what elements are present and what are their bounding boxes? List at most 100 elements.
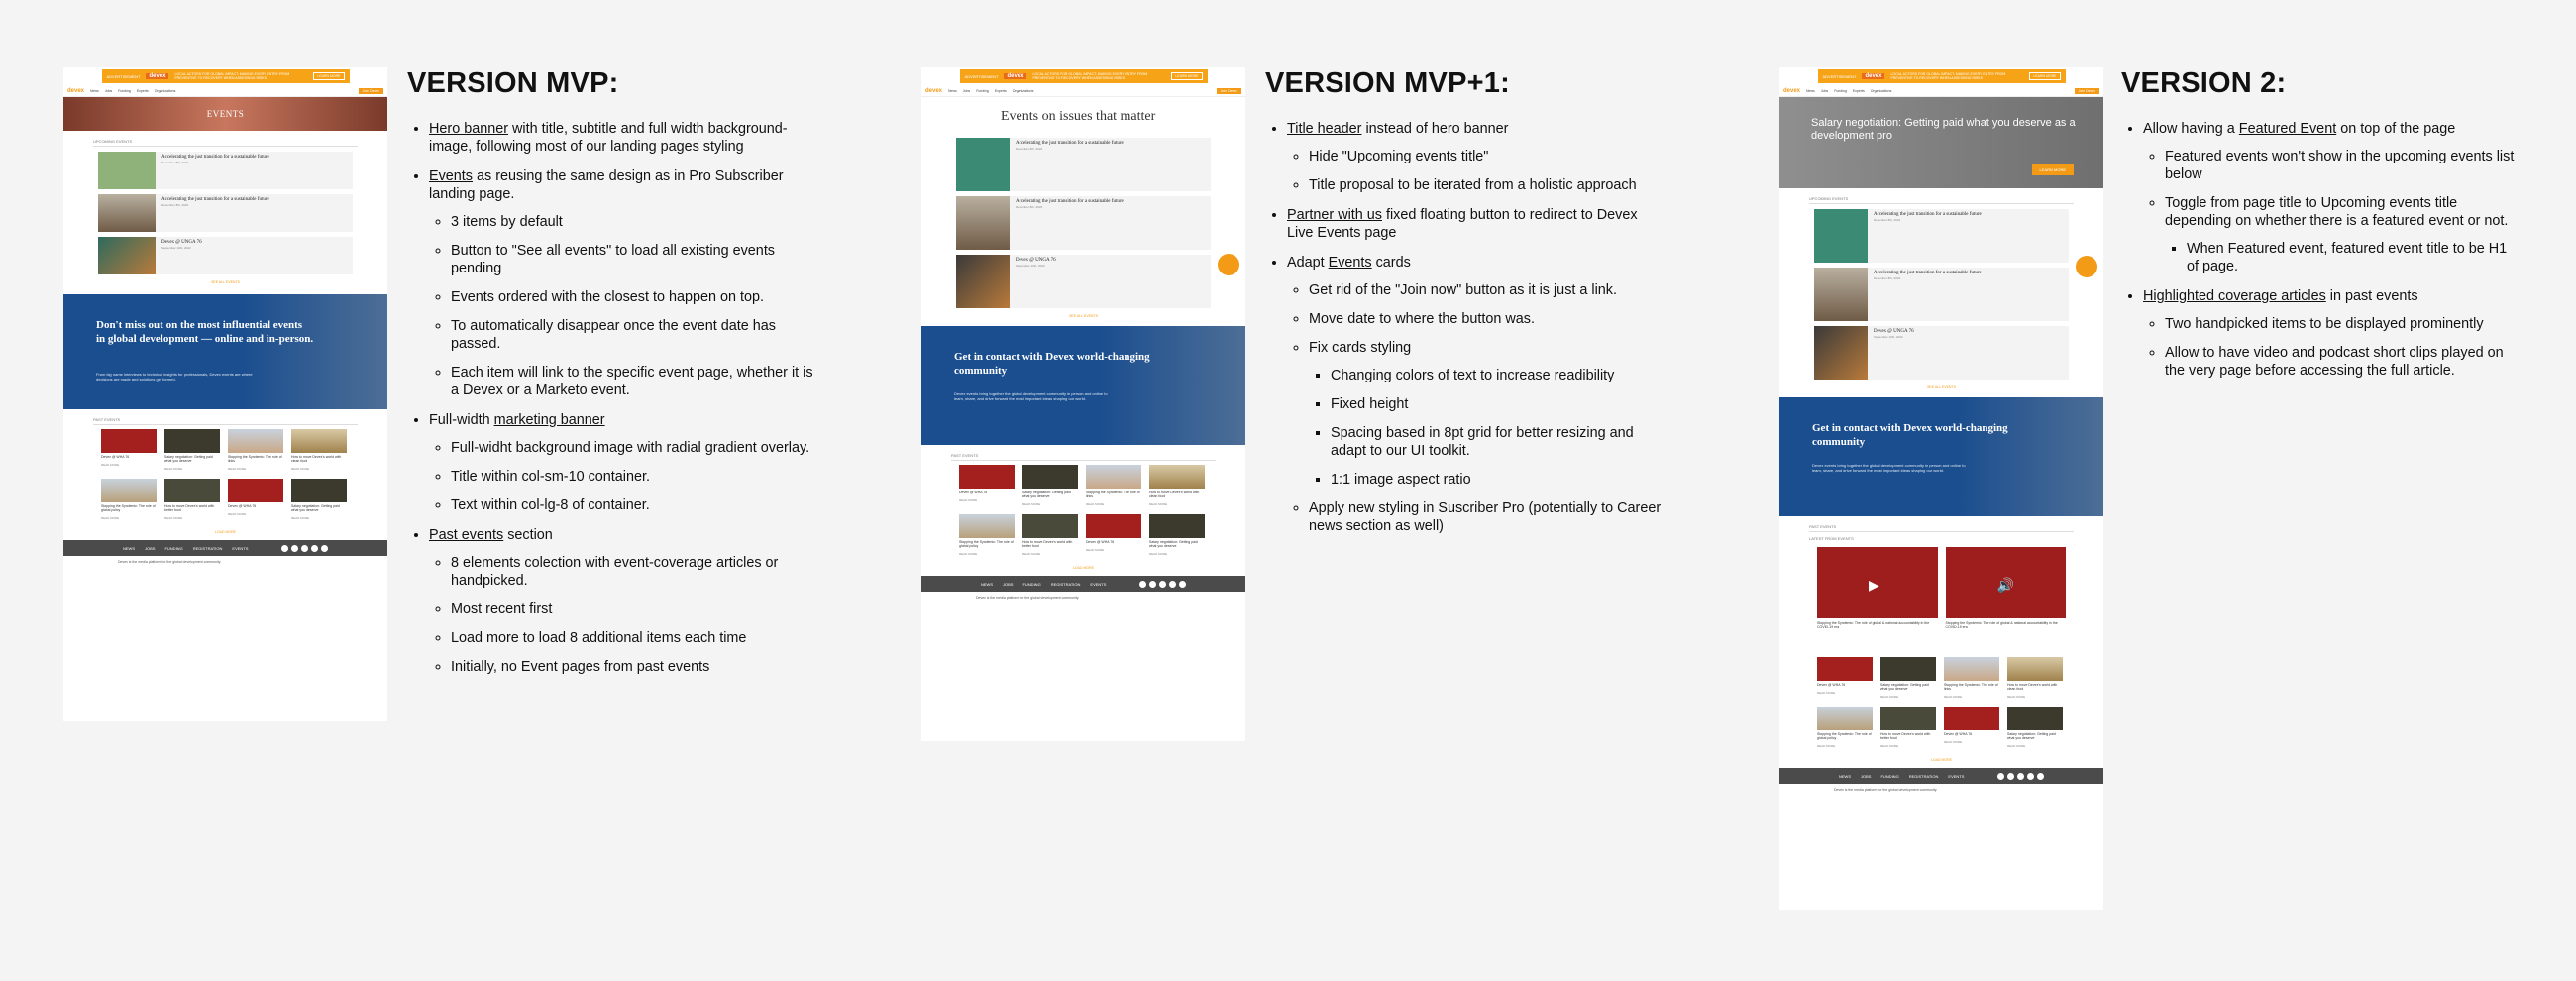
ad-button[interactable]: LEARN MORE <box>313 72 345 80</box>
past-event-link[interactable]: READ MORE <box>291 467 347 471</box>
nav-item-news[interactable]: News <box>90 89 99 93</box>
highlighted-video-item[interactable]: ▶ Stopping the Syndemic: The role of glob… <box>1817 547 1938 629</box>
event-card[interactable]: Accelerating the just transition for a s… <box>1814 268 2069 321</box>
ad-banner[interactable]: ADVERTISEMENT devex LOCAL ACTORS FOR GLOBA… <box>921 67 1245 85</box>
past-event-link[interactable]: READ MORE <box>1149 502 1205 506</box>
past-event-link[interactable]: READ MORE <box>1086 548 1141 552</box>
social-icon[interactable] <box>301 544 308 552</box>
footer-link-news[interactable]: NEWS <box>123 546 135 551</box>
join-button[interactable]: Join Devex <box>1216 87 1241 94</box>
past-event-link[interactable]: READ MORE <box>228 467 283 471</box>
footer-link-funding[interactable]: FUNDING <box>1880 774 1898 779</box>
past-event-link[interactable]: READ MORE <box>101 463 157 467</box>
devex-logo[interactable]: devex <box>1783 88 1800 94</box>
social-icon[interactable] <box>1159 580 1166 588</box>
social-icon[interactable] <box>1179 580 1186 588</box>
social-icon[interactable] <box>2017 772 2024 780</box>
nav-item-news[interactable]: News <box>948 89 957 93</box>
past-event-item[interactable]: Devex @ WHA 76 READ MORE <box>101 429 157 471</box>
featured-event-banner[interactable]: Salary negotiation: Getting paid what yo… <box>1779 97 2103 188</box>
nav-item-experts[interactable]: Experts <box>1853 89 1865 93</box>
social-icon[interactable] <box>1139 580 1146 588</box>
past-event-item[interactable]: Stopping the Syndemic: The role of globa… <box>959 514 1015 556</box>
past-event-link[interactable]: READ MORE <box>1022 502 1078 506</box>
partner-with-us-floating-button[interactable] <box>2076 256 2097 277</box>
past-event-item[interactable]: Salary negotiation: Getting paid what yo… <box>2007 707 2063 748</box>
past-event-item[interactable]: Stopping the Syndemic: The role of globa… <box>101 479 157 520</box>
footer-link-events[interactable]: EVENTS <box>232 546 248 551</box>
past-event-link[interactable]: READ MORE <box>1817 744 1873 748</box>
play-icon[interactable]: ▶ <box>1869 577 1879 594</box>
event-card[interactable]: Accelerating the just transition for a s… <box>98 194 353 232</box>
see-all-events-button[interactable]: SEE ALL EVENTS <box>63 280 387 284</box>
nav-item-experts[interactable]: Experts <box>995 89 1007 93</box>
nav-item-funding[interactable]: Funding <box>976 89 989 93</box>
nav-item-jobs[interactable]: Jobs <box>1821 89 1828 93</box>
nav-item-funding[interactable]: Funding <box>1834 89 1847 93</box>
social-icon[interactable] <box>1169 580 1176 588</box>
social-icon[interactable] <box>1149 580 1156 588</box>
past-event-link[interactable]: READ MORE <box>101 516 157 520</box>
nav-item-funding[interactable]: Funding <box>118 89 131 93</box>
past-event-item[interactable]: How to move Devex's world with better fo… <box>1880 707 1936 748</box>
nav-item-experts[interactable]: Experts <box>137 89 149 93</box>
footer-link-funding[interactable]: FUNDING <box>164 546 182 551</box>
past-event-link[interactable]: READ MORE <box>959 498 1015 502</box>
social-icon[interactable] <box>311 544 318 552</box>
past-event-item[interactable]: Devex @ WHA 76 READ MORE <box>228 479 283 520</box>
devex-logo[interactable]: devex <box>67 88 84 94</box>
footer-link-jobs[interactable]: JOBS <box>1861 774 1871 779</box>
load-more-button[interactable]: LOAD MORE <box>1779 758 2103 762</box>
past-event-link[interactable]: READ MORE <box>291 516 347 520</box>
ad-button[interactable]: LEARN MORE <box>1171 72 1203 80</box>
footer-link-registration[interactable]: REGISTRATION <box>1051 582 1081 587</box>
social-icon[interactable] <box>2007 772 2014 780</box>
past-event-item[interactable]: How to move Devex's world with clean foo… <box>1149 465 1205 506</box>
past-event-link[interactable]: READ MORE <box>1149 552 1205 556</box>
event-card[interactable]: Accelerating the just transition for a s… <box>98 152 353 189</box>
past-event-link[interactable]: READ MORE <box>228 512 283 516</box>
past-event-item[interactable]: Salary negotiation: Getting paid what yo… <box>164 429 220 471</box>
nav-item-news[interactable]: News <box>1806 89 1815 93</box>
past-event-item[interactable]: How to move Devex's world with clean foo… <box>2007 657 2063 699</box>
ad-banner[interactable]: ADVERTISEMENT devex LOCAL ACTORS FOR GLOBA… <box>1779 67 2103 85</box>
nav-item-organizations[interactable]: Organizations <box>155 89 176 93</box>
past-event-item[interactable]: Devex @ WHA 76 READ MORE <box>1086 514 1141 556</box>
social-icon[interactable] <box>2037 772 2044 780</box>
see-all-events-button[interactable]: SEE ALL EVENTS <box>1779 385 2103 389</box>
social-icon[interactable] <box>1997 772 2004 780</box>
past-event-item[interactable]: Devex @ WHA 76 READ MORE <box>1944 707 1999 748</box>
past-event-item[interactable]: Salary negotiation: Getting paid what yo… <box>1880 657 1936 699</box>
social-icon[interactable] <box>291 544 298 552</box>
past-event-item[interactable]: Devex @ WHA 76 READ MORE <box>959 465 1015 506</box>
devex-logo[interactable]: devex <box>925 88 942 94</box>
past-event-item[interactable]: Stopping the Syndemic: The role of links… <box>1944 657 1999 699</box>
past-event-link[interactable]: READ MORE <box>2007 744 2063 748</box>
nav-item-organizations[interactable]: Organizations <box>1013 89 1034 93</box>
social-icon[interactable] <box>281 544 288 552</box>
event-card[interactable]: Devex @ UNGA 76 September 10th, 2022 <box>956 255 1211 308</box>
social-icon[interactable] <box>2027 772 2034 780</box>
past-event-link[interactable]: READ MORE <box>1880 744 1936 748</box>
see-all-events-button[interactable]: SEE ALL EVENTS <box>921 314 1245 318</box>
event-card[interactable]: Accelerating the just transition for a s… <box>956 196 1211 250</box>
past-event-link[interactable]: READ MORE <box>1817 691 1873 695</box>
nav-item-jobs[interactable]: Jobs <box>105 89 112 93</box>
nav-item-jobs[interactable]: Jobs <box>963 89 970 93</box>
past-event-item[interactable]: How to move Devex's world with better fo… <box>1022 514 1078 556</box>
past-event-link[interactable]: READ MORE <box>2007 695 2063 699</box>
footer-link-funding[interactable]: FUNDING <box>1022 582 1040 587</box>
featured-event-button[interactable]: LEARN MORE <box>2031 164 2074 175</box>
social-icon[interactable] <box>321 544 328 552</box>
footer-link-news[interactable]: NEWS <box>981 582 993 587</box>
footer-link-events[interactable]: EVENTS <box>1090 582 1106 587</box>
ad-banner[interactable]: ADVERTISEMENT devex LOCAL ACTORS FOR GLOBA… <box>63 67 387 85</box>
footer-link-jobs[interactable]: JOBS <box>145 546 155 551</box>
past-event-item[interactable]: Salary negotiation: Getting paid what yo… <box>291 479 347 520</box>
past-event-link[interactable]: READ MORE <box>1944 695 1999 699</box>
highlighted-podcast-item[interactable]: 🔊 Stopping the Syndemic: The role of glob… <box>1945 547 2066 629</box>
load-more-button[interactable]: LOAD MORE <box>63 530 387 534</box>
join-button[interactable]: Join Devex <box>2074 87 2099 94</box>
load-more-button[interactable]: LOAD MORE <box>921 566 1245 570</box>
past-event-link[interactable]: READ MORE <box>1880 695 1936 699</box>
